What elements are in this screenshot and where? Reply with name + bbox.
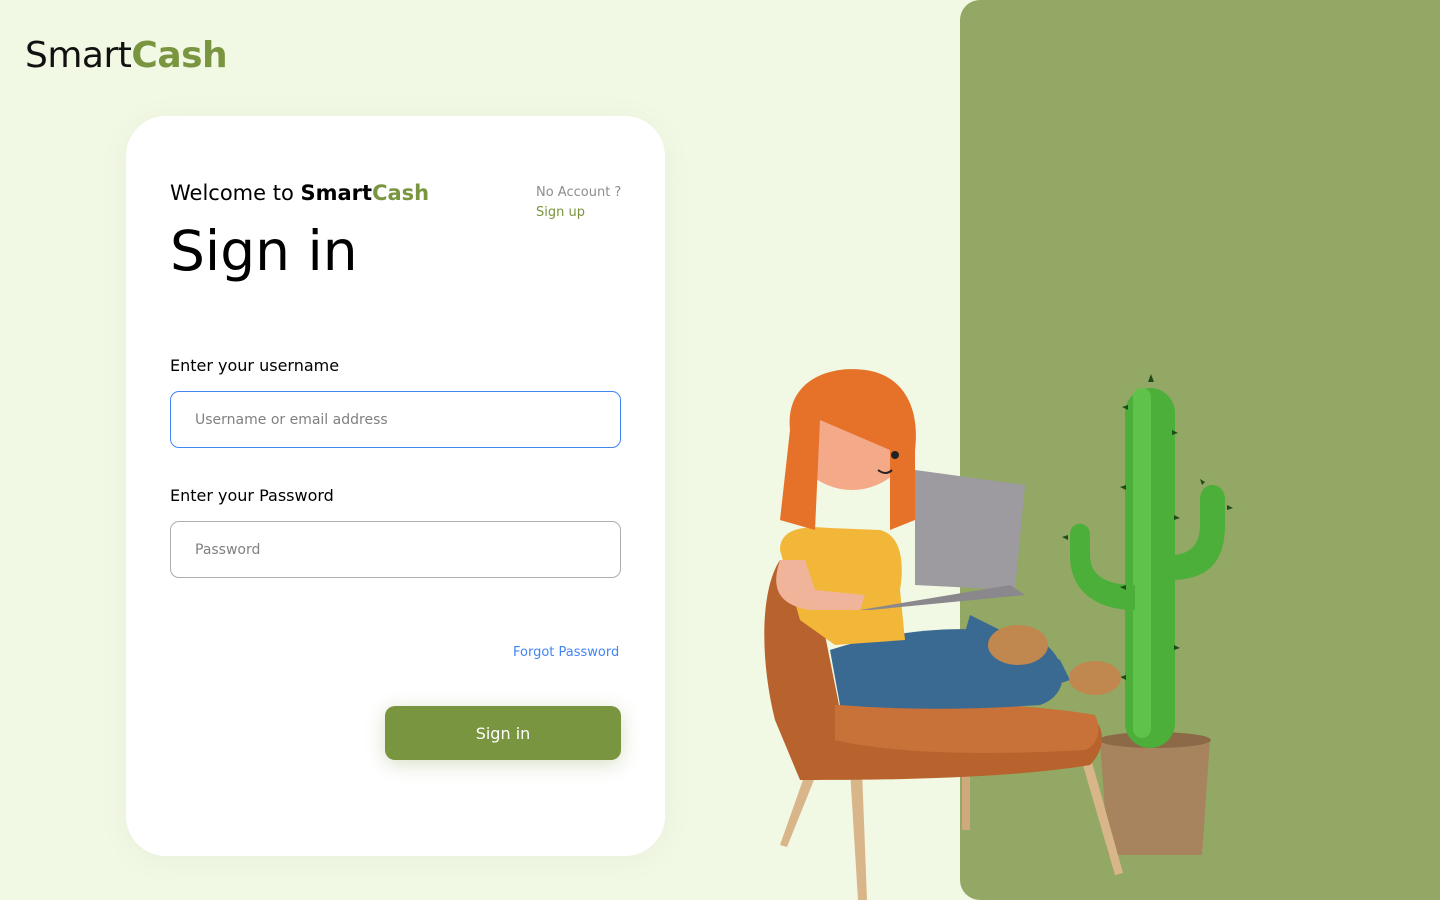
signin-button[interactable]: Sign in	[385, 706, 621, 760]
forgot-password-link[interactable]: Forgot Password	[513, 644, 619, 662]
page-title: Sign in	[170, 219, 358, 283]
welcome-prefix: Welcome to	[170, 181, 301, 205]
signin-card: Welcome to SmartCash Sign in No Account …	[126, 116, 665, 856]
signup-link[interactable]: Sign up	[536, 204, 585, 222]
cactus-plant-illustration	[1062, 374, 1233, 855]
logo-text-accent: Cash	[131, 35, 228, 76]
welcome-brand-accent: Cash	[372, 181, 430, 205]
username-input[interactable]	[170, 391, 621, 448]
app-logo[interactable]: SmartCash	[25, 34, 228, 78]
illustration	[764, 369, 1233, 900]
password-label: Enter your Password	[170, 486, 334, 505]
no-account-text: No Account ?	[536, 185, 622, 200]
welcome-brand-dark: Smart	[300, 181, 373, 205]
password-input[interactable]	[170, 521, 621, 578]
welcome-text: Welcome to SmartCash	[170, 179, 429, 207]
username-label: Enter your username	[170, 356, 340, 375]
logo-text-dark: Smart	[25, 35, 132, 76]
